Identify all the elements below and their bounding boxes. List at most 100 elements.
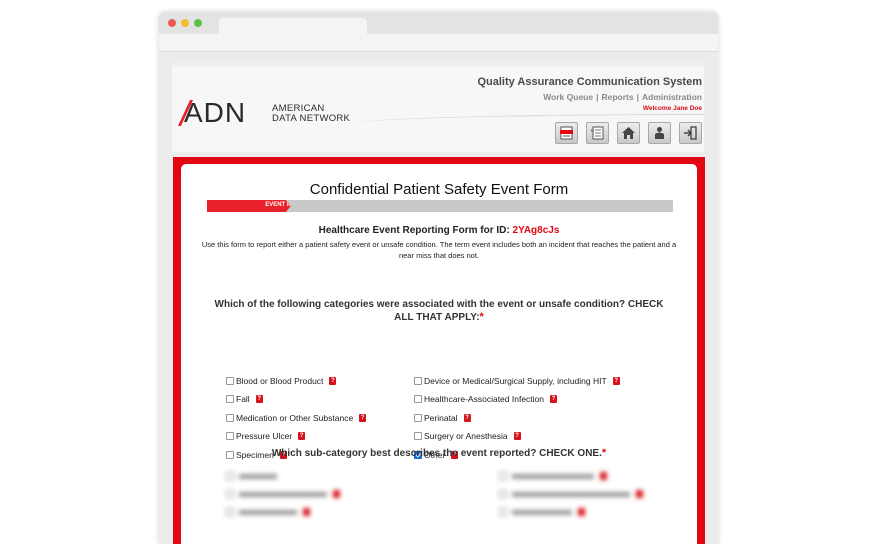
category-infection-checkbox[interactable]	[414, 395, 422, 403]
category-perinatal-label: Perinatal	[424, 413, 458, 423]
category-device-label: Device or Medical/Surgical Supply, inclu…	[424, 376, 607, 386]
user-button[interactable]	[648, 122, 671, 144]
help-icon[interactable]	[333, 490, 340, 498]
logo-mark: ADN	[184, 97, 247, 128]
subcategory-label-blur	[239, 491, 327, 497]
help-icon[interactable]	[303, 508, 310, 516]
subcategory-option[interactable]	[226, 489, 340, 499]
category-medication[interactable]: Medication or Other Substance ?	[226, 412, 367, 424]
header-top-strip	[172, 62, 704, 67]
subcategory-label-blur	[239, 509, 297, 515]
event-form-button[interactable]	[555, 122, 578, 144]
form-progress-fill: EVENT INFORMATION	[207, 200, 291, 212]
category-infection-label: Healthcare-Associated Infection	[424, 394, 545, 404]
app-header: ADN AMERICAN DATA NETWORK Quality Assura…	[172, 62, 704, 152]
top-nav: Work Queue | Reports | Administration	[543, 92, 702, 102]
subcategory-checkbox[interactable]	[499, 508, 507, 516]
help-icon[interactable]: ?	[329, 377, 337, 385]
subcategory-option[interactable]	[226, 507, 310, 517]
subcategory-label-blur	[512, 509, 572, 515]
patient-safety-form: Confidential Patient Safety Event Form E…	[181, 164, 697, 544]
category-device-checkbox[interactable]	[414, 377, 422, 385]
logout-button[interactable]	[679, 122, 702, 144]
event-form-icon	[560, 126, 573, 140]
help-icon[interactable]: ?	[359, 414, 367, 422]
category-pressure-ulcer-label: Pressure Ulcer	[236, 431, 293, 441]
form-subtitle-text: Healthcare Event Reporting Form for ID:	[318, 225, 510, 236]
category-pressure-ulcer-checkbox[interactable]	[226, 432, 234, 440]
browser-tab[interactable]	[219, 18, 367, 35]
subcategory-option[interactable]	[499, 507, 585, 517]
welcome-message: Welcome Jane Doe	[642, 105, 702, 112]
help-icon[interactable]: ?	[298, 432, 306, 440]
help-icon[interactable]: ?	[612, 377, 620, 385]
required-marker: *	[601, 447, 607, 459]
help-icon[interactable]: ?	[550, 395, 558, 403]
help-icon[interactable]	[578, 508, 585, 516]
page-viewport: ADN AMERICAN DATA NETWORK Quality Assura…	[159, 52, 718, 544]
subcategory-option[interactable]	[226, 471, 277, 481]
question-categories: Which of the following categories were a…	[211, 299, 667, 324]
browser-titlebar	[159, 12, 718, 35]
form-intro: Use this form to report either a patient…	[201, 240, 677, 260]
subcategory-checkbox[interactable]	[499, 490, 507, 498]
logout-icon	[684, 126, 697, 140]
user-icon	[655, 127, 664, 139]
category-fall[interactable]: Fall ?	[226, 393, 263, 405]
category-perinatal[interactable]: Perinatal ?	[414, 412, 471, 424]
form-id: 2YAg8cJs	[512, 225, 560, 236]
subcategory-label-blur	[512, 473, 594, 479]
home-button[interactable]	[617, 122, 640, 144]
nav-separator: |	[636, 92, 640, 102]
maximize-window-icon[interactable]	[194, 19, 202, 27]
required-marker: *	[479, 311, 484, 323]
nav-administration[interactable]: Administration	[642, 92, 702, 102]
subcategory-checkbox[interactable]	[499, 472, 507, 480]
nav-separator: |	[596, 92, 599, 102]
system-title: Quality Assurance Communication System	[477, 76, 702, 88]
subcategory-options-blurred	[181, 469, 697, 529]
subcategory-label-blur	[512, 491, 630, 497]
progress-step-label: EVENT INFORMATION	[265, 202, 329, 208]
category-device[interactable]: Device or Medical/Surgical Supply, inclu…	[414, 375, 620, 387]
help-icon[interactable]: ?	[513, 432, 521, 440]
close-window-icon[interactable]	[168, 19, 176, 27]
header-icon-toolbar	[555, 122, 702, 144]
adn-logo: ADN AMERICAN DATA NETWORK	[177, 97, 354, 128]
minimize-window-icon[interactable]	[181, 19, 189, 27]
help-icon[interactable]	[636, 490, 643, 498]
category-surgery-label: Surgery or Anesthesia	[424, 431, 508, 441]
logo-line-2: DATA NETWORK	[272, 113, 351, 124]
logo-text: AMERICAN DATA NETWORK	[272, 104, 350, 124]
subcategory-checkbox[interactable]	[226, 472, 234, 480]
subcategory-option[interactable]	[499, 471, 607, 481]
home-icon	[622, 127, 635, 139]
category-blood-checkbox[interactable]	[226, 377, 234, 385]
category-blood[interactable]: Blood or Blood Product ?	[226, 375, 337, 387]
category-perinatal-checkbox[interactable]	[414, 414, 422, 422]
question-subcategory: Which sub-category best describes the ev…	[181, 447, 697, 459]
nav-reports[interactable]: Reports	[602, 92, 634, 102]
subcategory-checkbox[interactable]	[226, 490, 234, 498]
category-fall-checkbox[interactable]	[226, 395, 234, 403]
form-subtitle: Healthcare Event Reporting Form for ID: …	[181, 225, 697, 236]
category-surgery[interactable]: Surgery or Anesthesia ?	[414, 430, 521, 442]
form-title: Confidential Patient Safety Event Form	[309, 181, 569, 198]
help-icon[interactable]: ?	[463, 414, 471, 422]
document-icon	[591, 126, 604, 140]
subcategory-checkbox[interactable]	[226, 508, 234, 516]
category-pressure-ulcer[interactable]: Pressure Ulcer ?	[226, 430, 306, 442]
help-icon[interactable]: ?	[255, 395, 263, 403]
subcategory-option[interactable]	[499, 489, 643, 499]
help-icon[interactable]	[600, 472, 607, 480]
browser-toolbar	[159, 34, 718, 52]
browser-window: ADN AMERICAN DATA NETWORK Quality Assura…	[159, 12, 718, 544]
question-subcategory-text: Which sub-category best describes the ev…	[271, 448, 602, 459]
category-medication-checkbox[interactable]	[226, 414, 234, 422]
category-surgery-checkbox[interactable]	[414, 432, 422, 440]
document-button[interactable]	[586, 122, 609, 144]
nav-work-queue[interactable]: Work Queue	[543, 92, 593, 102]
category-infection[interactable]: Healthcare-Associated Infection ?	[414, 393, 558, 405]
subcategory-label-blur	[239, 473, 277, 479]
category-medication-label: Medication or Other Substance	[236, 413, 354, 423]
